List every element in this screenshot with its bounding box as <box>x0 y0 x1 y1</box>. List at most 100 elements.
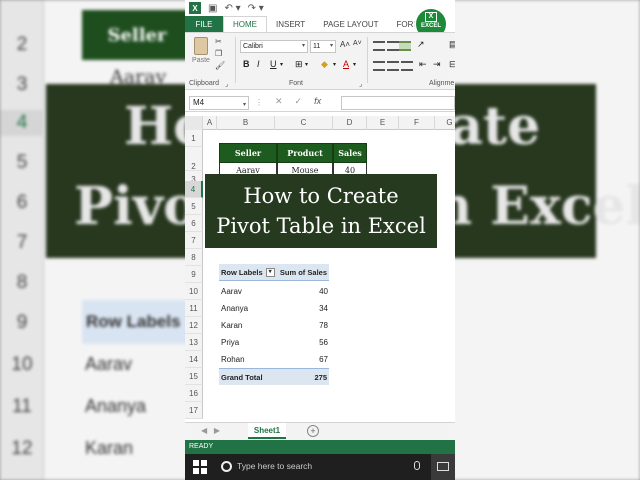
chevron-down-icon: ▾ <box>242 102 246 108</box>
dialog-launcher-icon[interactable]: ⌟ <box>225 80 228 88</box>
merge-cells-icon[interactable]: ⊟ <box>449 59 455 70</box>
shrink-font-button[interactable]: A˅ <box>353 40 362 47</box>
pivot-row-label[interactable]: Karan <box>221 317 242 334</box>
sheet-tab-sheet1[interactable]: Sheet1 <box>248 423 286 439</box>
confirm-entry-button[interactable]: ✓ <box>295 96 303 107</box>
row-header[interactable]: 12 <box>185 317 203 334</box>
row-header-selected[interactable]: 4 <box>185 181 203 198</box>
name-box[interactable]: M4 ▾ <box>189 96 249 110</box>
underline-button[interactable]: U <box>270 59 277 69</box>
select-all-corner[interactable] <box>185 116 203 130</box>
sheet-scroll-arrows-icon[interactable]: ◀ ▶ <box>201 426 220 435</box>
align-middle-icon[interactable] <box>387 41 399 51</box>
pivot-grand-total-value[interactable]: 275 <box>277 368 329 385</box>
borders-icon[interactable]: ⊞ <box>295 59 303 70</box>
fill-color-icon[interactable]: ◆ <box>321 59 328 70</box>
formula-input[interactable] <box>341 96 455 110</box>
chevron-down-icon[interactable]: ▾ <box>333 61 336 68</box>
row-header[interactable]: 2 <box>185 147 203 171</box>
font-color-icon[interactable]: A <box>343 59 349 69</box>
chevron-down-icon[interactable]: ▾ <box>280 61 283 68</box>
align-top-icon[interactable] <box>373 41 385 51</box>
row-header[interactable]: 10 <box>185 283 203 300</box>
pivot-row-value[interactable]: 56 <box>277 334 328 351</box>
row-header[interactable]: 7 <box>185 232 203 249</box>
table-header-seller[interactable]: Seller <box>219 143 277 163</box>
redo-icon[interactable]: ↷ ▾ <box>248 3 264 14</box>
font-size-dropdown[interactable]: 11 ▾ <box>310 40 336 53</box>
copy-icon[interactable]: ❐ <box>215 49 225 58</box>
pivot-grand-total-label[interactable]: Grand Total <box>219 368 277 385</box>
row-header[interactable]: 8 <box>185 249 203 266</box>
windows-start-icon[interactable] <box>193 460 207 474</box>
undo-icon[interactable]: ↶ ▾ <box>224 3 240 14</box>
row-header[interactable]: 16 <box>185 385 203 402</box>
column-header-a[interactable]: A <box>203 116 217 130</box>
task-view-button[interactable] <box>431 454 455 480</box>
row-header[interactable]: 6 <box>185 215 203 232</box>
row-header[interactable]: 13 <box>185 334 203 351</box>
font-name-dropdown[interactable]: Calibri ▾ <box>240 40 308 53</box>
pivot-row-value[interactable]: 34 <box>277 300 328 317</box>
table-header-product[interactable]: Product <box>277 143 333 163</box>
pivot-row-value[interactable]: 67 <box>277 351 328 368</box>
worksheet-grid[interactable]: A B C D E F G 1 2 3 4 5 6 7 8 9 10 11 12… <box>185 116 455 422</box>
row-header[interactable]: 14 <box>185 351 203 368</box>
dialog-launcher-icon[interactable]: ⌟ <box>359 80 362 88</box>
sheet-tab-bar: ◀ ▶ Sheet1 + <box>185 422 455 440</box>
pivot-row-label[interactable]: Ananya <box>221 300 248 317</box>
column-header-d[interactable]: D <box>333 116 367 130</box>
microphone-icon[interactable] <box>414 461 420 470</box>
bg-row-number: 5 <box>16 152 28 173</box>
align-center-icon[interactable] <box>387 61 399 71</box>
tab-file[interactable]: FILE <box>185 16 223 32</box>
row-header[interactable]: 17 <box>185 402 203 419</box>
tab-insert[interactable]: INSERT <box>267 16 314 32</box>
chevron-down-icon[interactable]: ▾ <box>353 61 356 68</box>
wrap-text-icon[interactable]: ▤ <box>449 39 455 50</box>
pivot-row-value[interactable]: 78 <box>277 317 328 334</box>
bg-row-number: 12 <box>11 438 33 459</box>
align-left-icon[interactable] <box>373 61 385 71</box>
tab-page-layout[interactable]: PAGE LAYOUT <box>314 16 387 32</box>
search-icon[interactable] <box>221 461 232 472</box>
increase-indent-icon[interactable]: ⇥ <box>433 59 441 70</box>
column-header-e[interactable]: E <box>367 116 399 130</box>
paste-button[interactable]: Paste <box>191 37 211 65</box>
italic-button[interactable]: I <box>257 59 260 69</box>
table-header-sales[interactable]: Sales <box>333 143 367 163</box>
align-bottom-icon[interactable] <box>399 41 411 51</box>
tab-home[interactable]: HOME <box>223 16 267 32</box>
row-header[interactable]: 1 <box>185 130 203 147</box>
decrease-indent-icon[interactable]: ⇤ <box>419 59 427 70</box>
add-sheet-button[interactable]: + <box>307 425 319 437</box>
column-header-f[interactable]: F <box>399 116 435 130</box>
column-header-b[interactable]: B <box>217 116 275 130</box>
align-right-icon[interactable] <box>401 61 413 71</box>
pivot-row-label[interactable]: Rohan <box>221 351 245 368</box>
format-painter-icon[interactable]: 🖌 <box>215 61 225 70</box>
cancel-entry-button[interactable]: ✕ <box>275 96 283 107</box>
save-icon[interactable]: ▣ <box>208 3 217 14</box>
row-header[interactable]: 11 <box>185 300 203 317</box>
formula-bar-splitter-icon[interactable]: ⋮ <box>255 98 263 107</box>
insert-function-button[interactable]: fx <box>314 96 321 107</box>
taskbar-search-input[interactable]: Type here to search <box>237 461 312 471</box>
row-header[interactable]: 15 <box>185 368 203 385</box>
column-header-c[interactable]: C <box>275 116 333 130</box>
orientation-icon[interactable]: ↗ <box>417 39 425 50</box>
pivot-sum-header[interactable]: Sum of Sales <box>277 264 329 281</box>
cut-icon[interactable]: ✂ <box>215 37 225 46</box>
pivot-row-label[interactable]: Aarav <box>221 283 242 300</box>
pivot-row-value[interactable]: 40 <box>277 283 328 300</box>
grow-font-button[interactable]: A˄ <box>340 40 350 49</box>
pivot-row-label[interactable]: Priya <box>221 334 239 351</box>
row-header[interactable]: 5 <box>185 198 203 215</box>
pivot-row-labels-header[interactable]: Row Labels ▾ <box>219 264 277 281</box>
chevron-down-icon[interactable]: ▾ <box>305 61 308 68</box>
row-header[interactable]: 9 <box>185 266 203 283</box>
bg-name: Ananya <box>85 396 147 416</box>
bold-button[interactable]: B <box>243 59 250 69</box>
filter-dropdown-icon[interactable]: ▾ <box>265 267 275 277</box>
column-header-g[interactable]: G <box>435 116 455 130</box>
